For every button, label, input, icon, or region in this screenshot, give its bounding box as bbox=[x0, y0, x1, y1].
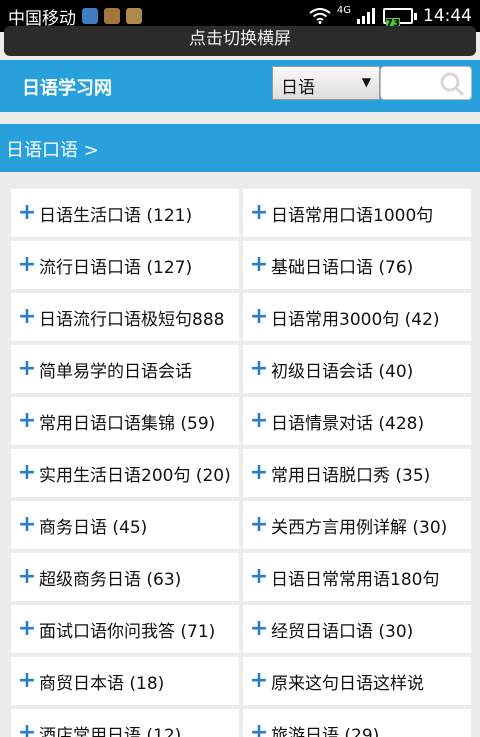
list-item-label: 超级商务日语 (63) bbox=[39, 569, 182, 590]
list-item[interactable]: + 实用生活日语200句 (20) bbox=[11, 449, 239, 497]
list-item-label: 日语生活口语 (121) bbox=[39, 205, 193, 226]
list-item[interactable]: + 常用日语口语集锦 (59) bbox=[11, 397, 239, 445]
app-notification-icon bbox=[82, 8, 98, 24]
list-item-label: 关西方言用例详解 (30) bbox=[271, 517, 448, 538]
plus-icon: + bbox=[249, 616, 269, 641]
network-type-label: 4G bbox=[336, 4, 351, 16]
clock: 14:44 bbox=[423, 6, 472, 26]
plus-icon: + bbox=[17, 720, 37, 737]
list-item[interactable]: + 简单易学的日语会话 bbox=[11, 345, 239, 393]
list-item[interactable]: + 日语情景对话 (428) bbox=[243, 397, 471, 445]
list-item-label: 日语情景对话 (428) bbox=[271, 413, 425, 434]
list-item[interactable]: + 经贸日语口语 (30) bbox=[243, 605, 471, 653]
list-item[interactable]: + 常用日语脱口秀 (35) bbox=[243, 449, 471, 497]
wifi-icon bbox=[309, 8, 331, 24]
plus-icon: + bbox=[249, 460, 269, 485]
list-item[interactable]: + 日语日常常用语180句 bbox=[243, 553, 471, 601]
signal-icon bbox=[357, 8, 375, 24]
list-item-label: 面试口语你问我答 (71) bbox=[39, 621, 216, 642]
plus-icon: + bbox=[17, 252, 37, 277]
image-notification-icon bbox=[126, 8, 142, 24]
list-item[interactable]: + 初级日语会话 (40) bbox=[243, 345, 471, 393]
site-title[interactable]: 日语学习网 bbox=[22, 74, 112, 100]
plus-icon: + bbox=[249, 512, 269, 537]
list-item[interactable]: + 酒店常用日语 (12) bbox=[11, 709, 239, 737]
plus-icon: + bbox=[17, 460, 37, 485]
breadcrumb: 日语口语 > bbox=[0, 124, 480, 172]
list-item-label: 简单易学的日语会话 bbox=[39, 361, 192, 382]
rotate-screen-button[interactable]: 点击切换横屏 bbox=[4, 26, 476, 56]
category-list: + 日语生活口语 (121) + 日语常用口语1000句 + 流行日语口语 (127) + 基… bbox=[11, 189, 471, 737]
list-item[interactable]: + 商务日语 (45) bbox=[11, 501, 239, 549]
list-item-label: 经贸日语口语 (30) bbox=[271, 621, 414, 642]
list-item-label: 初级日语会话 (40) bbox=[271, 361, 414, 382]
list-item[interactable]: + 日语生活口语 (121) bbox=[11, 189, 239, 237]
list-item-label: 酒店常用日语 (12) bbox=[39, 725, 182, 737]
plus-icon: + bbox=[17, 512, 37, 537]
list-item-label: 商贸日本语 (18) bbox=[39, 673, 165, 694]
plus-icon: + bbox=[17, 304, 37, 329]
list-item-label: 日语日常常用语180句 bbox=[271, 569, 440, 590]
list-item-label: 常用日语脱口秀 (35) bbox=[271, 465, 431, 486]
list-item[interactable]: + 超级商务日语 (63) bbox=[11, 553, 239, 601]
carrier-label: 中国移动 bbox=[8, 8, 76, 29]
plus-icon: + bbox=[17, 356, 37, 381]
plus-icon: + bbox=[17, 408, 37, 433]
list-item[interactable]: + 日语流行口语极短句888 bbox=[11, 293, 239, 341]
list-item-label: 日语流行口语极短句888 bbox=[39, 309, 225, 330]
plus-icon: + bbox=[249, 408, 269, 433]
plus-icon: + bbox=[17, 200, 37, 225]
plus-icon: + bbox=[249, 252, 269, 277]
plus-icon: + bbox=[249, 720, 269, 737]
list-item-label: 流行日语口语 (127) bbox=[39, 257, 193, 278]
list-item-label: 旅游日语 (29) bbox=[271, 725, 380, 737]
dropdown-arrow-icon: ▼ bbox=[361, 75, 371, 89]
search-icon[interactable] bbox=[439, 71, 465, 97]
list-item-label: 常用日语口语集锦 (59) bbox=[39, 413, 216, 434]
list-item[interactable]: + 关西方言用例详解 (30) bbox=[243, 501, 471, 549]
rotate-banner: 点击切换横屏 bbox=[0, 26, 480, 60]
list-item-label: 日语常用口语1000句 bbox=[271, 205, 434, 226]
plus-icon: + bbox=[17, 616, 37, 641]
plus-icon: + bbox=[249, 356, 269, 381]
list-item-label: 基础日语口语 (76) bbox=[271, 257, 414, 278]
list-item[interactable]: + 旅游日语 (29) bbox=[243, 709, 471, 737]
site-header: 日语学习网 日语 ▼ bbox=[0, 60, 480, 112]
list-item-label: 日语常用3000句 (42) bbox=[271, 309, 440, 330]
plus-icon: + bbox=[17, 564, 37, 589]
list-item[interactable]: + 流行日语口语 (127) bbox=[11, 241, 239, 289]
battery-icon: 73 bbox=[383, 8, 417, 29]
list-item[interactable]: + 日语常用口语1000句 bbox=[243, 189, 471, 237]
list-item[interactable]: + 基础日语口语 (76) bbox=[243, 241, 471, 289]
plus-icon: + bbox=[17, 668, 37, 693]
list-item-label: 原来这句日语这样说 bbox=[271, 673, 424, 694]
plus-icon: + bbox=[249, 200, 269, 225]
breadcrumb-label[interactable]: 日语口语 > bbox=[6, 140, 99, 161]
plus-icon: + bbox=[249, 304, 269, 329]
list-item[interactable]: + 原来这句日语这样说 bbox=[243, 657, 471, 705]
list-item-label: 实用生活日语200句 (20) bbox=[39, 465, 231, 486]
plus-icon: + bbox=[249, 668, 269, 693]
app-notification-icon bbox=[104, 8, 120, 24]
search-input[interactable] bbox=[380, 66, 472, 100]
language-select[interactable]: 日语 ▼ bbox=[272, 66, 380, 100]
language-select-value: 日语 bbox=[281, 78, 315, 98]
plus-icon: + bbox=[249, 564, 269, 589]
list-item[interactable]: + 面试口语你问我答 (71) bbox=[11, 605, 239, 653]
list-item-label: 商务日语 (45) bbox=[39, 517, 148, 538]
list-item[interactable]: + 商贸日本语 (18) bbox=[11, 657, 239, 705]
list-item[interactable]: + 日语常用3000句 (42) bbox=[243, 293, 471, 341]
